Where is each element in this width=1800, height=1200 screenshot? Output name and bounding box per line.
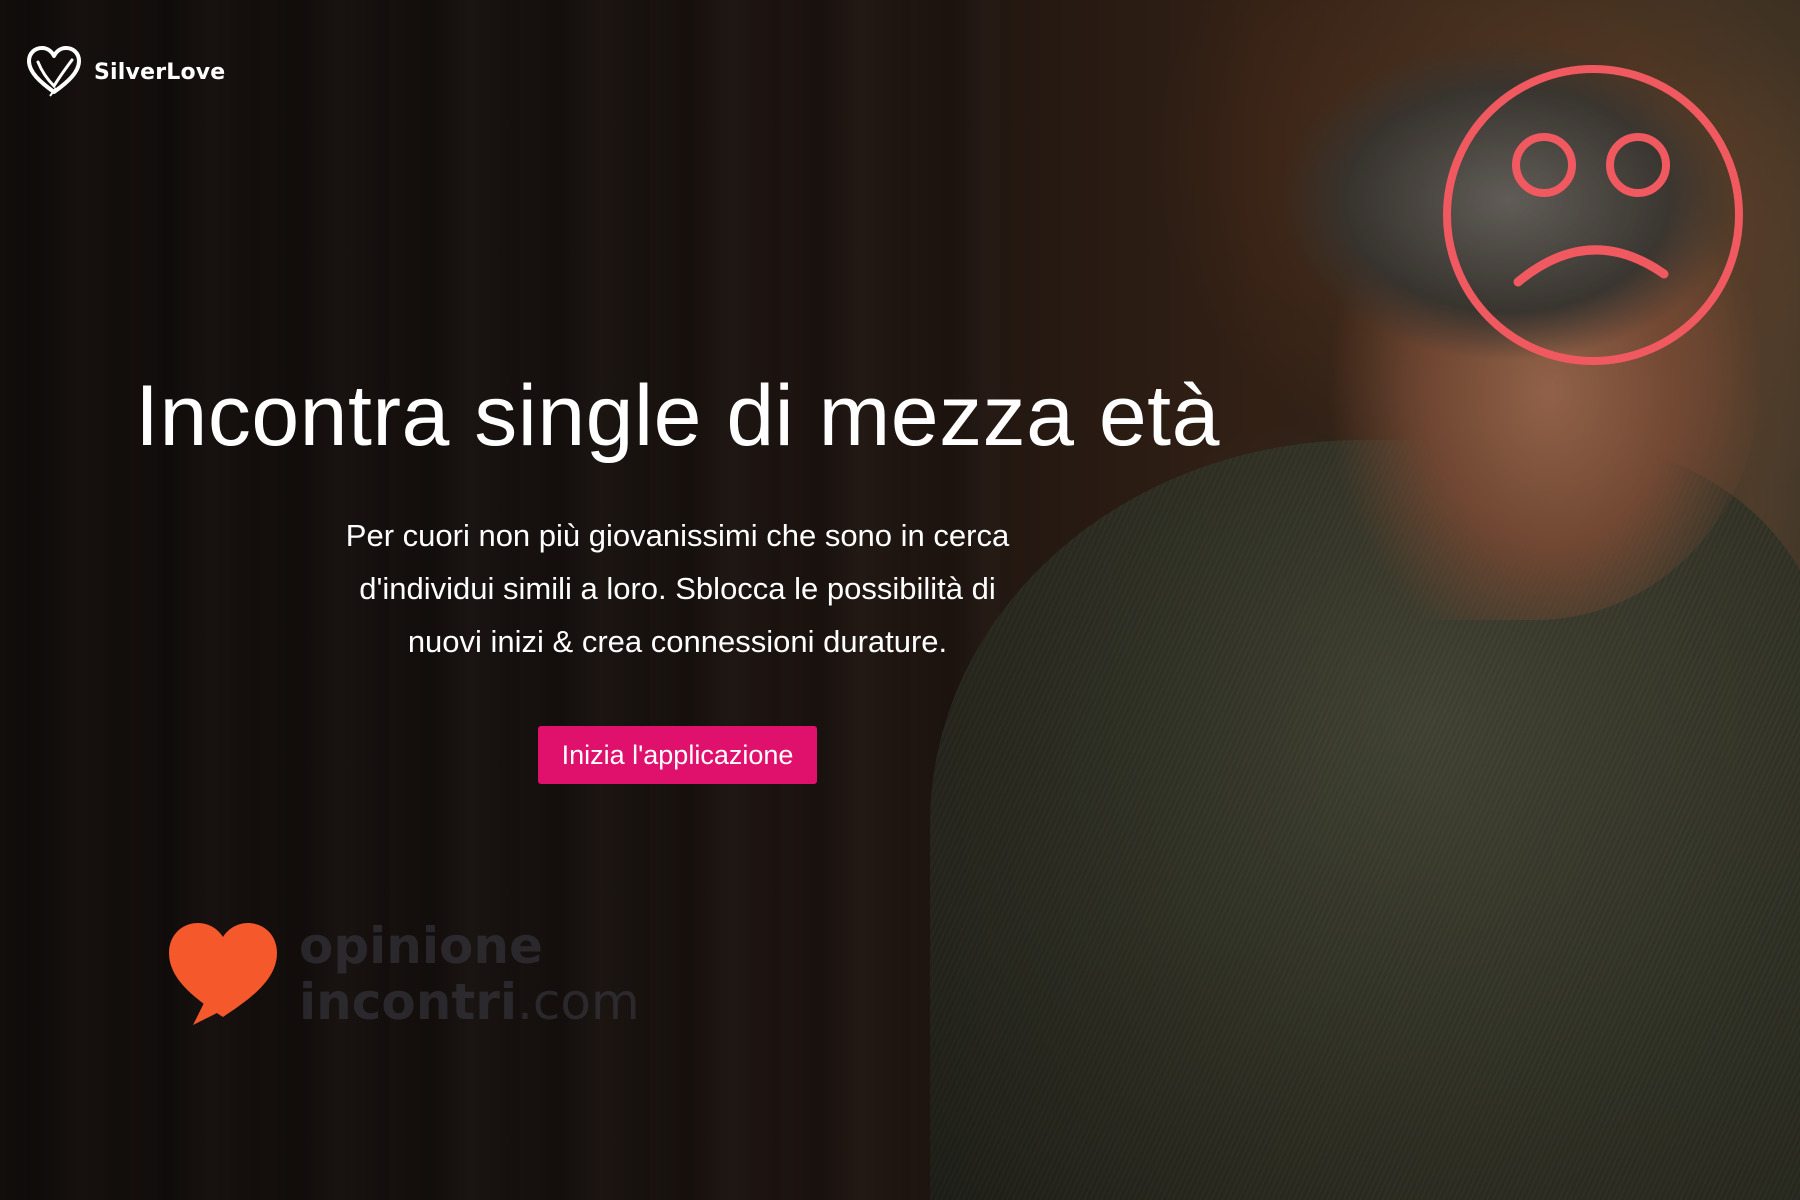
watermark: opinione incontri.com — [165, 918, 640, 1030]
watermark-line2: incontri.com — [299, 974, 640, 1030]
brand-name: SilverLove — [94, 59, 226, 85]
sad-face-icon — [1443, 65, 1743, 365]
watermark-text: opinione incontri.com — [299, 918, 640, 1030]
watermark-line2-suffix: .com — [517, 973, 640, 1031]
hero-subtitle: Per cuori non più giovanissimi che sono … — [345, 518, 1010, 659]
start-application-button[interactable]: Inizia l'applicazione — [537, 726, 818, 784]
hero-title: Incontra single di mezza età — [135, 368, 1220, 464]
hero-section: Incontra single di mezza età Per cuori n… — [120, 355, 1235, 784]
speech-heart-icon — [169, 923, 277, 1025]
watermark-line1: opinione — [299, 917, 543, 975]
watermark-line2-main: incontri — [299, 973, 518, 1031]
brand-logo-link[interactable]: SilverLove — [26, 46, 225, 98]
landing-page: SilverLove Incontra single di mezza età … — [0, 0, 1800, 1200]
heart-outline-icon — [27, 46, 81, 97]
